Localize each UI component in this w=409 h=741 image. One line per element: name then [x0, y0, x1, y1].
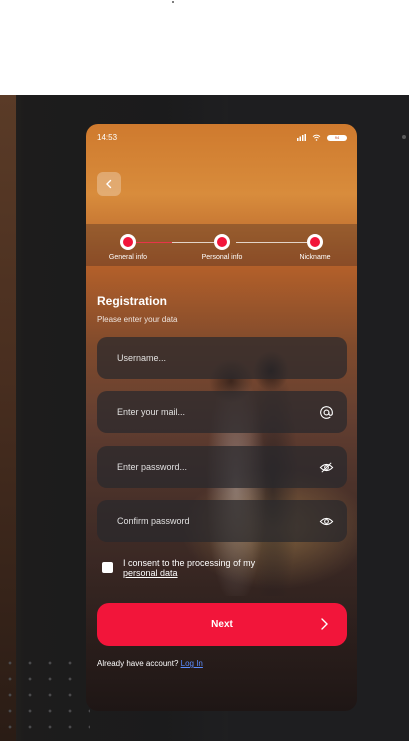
step-label-general-info: General info — [108, 254, 148, 261]
wifi-icon — [312, 134, 321, 141]
next-button[interactable]: Next — [97, 603, 347, 646]
username-field — [97, 337, 347, 379]
top-dot — [172, 1, 174, 3]
login-link[interactable]: Log In — [181, 659, 203, 668]
step-label-personal-info: Personal info — [201, 254, 243, 261]
step-connector-1 — [136, 242, 172, 243]
backdrop-dot — [402, 135, 406, 139]
backdrop-photo-left — [0, 95, 16, 741]
chevron-left-icon — [106, 179, 112, 189]
username-input[interactable] — [117, 337, 307, 379]
eye-off-icon[interactable] — [319, 460, 334, 475]
step-connector-1b — [172, 242, 214, 243]
confirm-password-field — [97, 500, 347, 542]
signal-icon — [297, 134, 306, 141]
page-subtitle: Please enter your data — [97, 315, 178, 324]
dot-grid-decoration — [0, 655, 90, 741]
confirm-password-input[interactable] — [117, 500, 307, 542]
step-label-nickname: Nickname — [299, 254, 331, 261]
consent-checkbox[interactable] — [102, 562, 113, 573]
consent-text: I consent to the processing of my — [123, 558, 256, 568]
consent-text-block: I consent to the processing of my person… — [123, 558, 255, 578]
step-dot-general-info[interactable] — [120, 234, 136, 250]
account-text: Already have account? — [97, 659, 179, 668]
email-input[interactable] — [117, 391, 307, 433]
password-input[interactable] — [117, 446, 307, 488]
step-dot-nickname[interactable] — [307, 234, 323, 250]
status-icons: 94 — [297, 133, 347, 142]
step-connector-2 — [236, 242, 307, 243]
top-white-area — [0, 0, 409, 95]
page-title: Registration — [97, 294, 168, 308]
account-prompt: Already have account? Log In — [97, 659, 203, 668]
phone-screen: 14:53 94 General info Personal info Nick… — [86, 124, 357, 711]
battery-icon: 94 — [327, 134, 347, 141]
at-icon — [320, 406, 333, 419]
step-dot-personal-info[interactable] — [214, 234, 230, 250]
personal-data-link[interactable]: personal data — [123, 568, 255, 578]
eye-icon[interactable] — [319, 514, 334, 529]
chevron-right-icon — [321, 618, 328, 630]
back-button[interactable] — [97, 172, 121, 196]
next-label: Next — [211, 619, 233, 630]
registration-stepper: General info Personal info Nickname — [86, 224, 357, 266]
status-time: 14:53 — [97, 133, 118, 142]
password-field — [97, 446, 347, 488]
email-field — [97, 391, 347, 433]
